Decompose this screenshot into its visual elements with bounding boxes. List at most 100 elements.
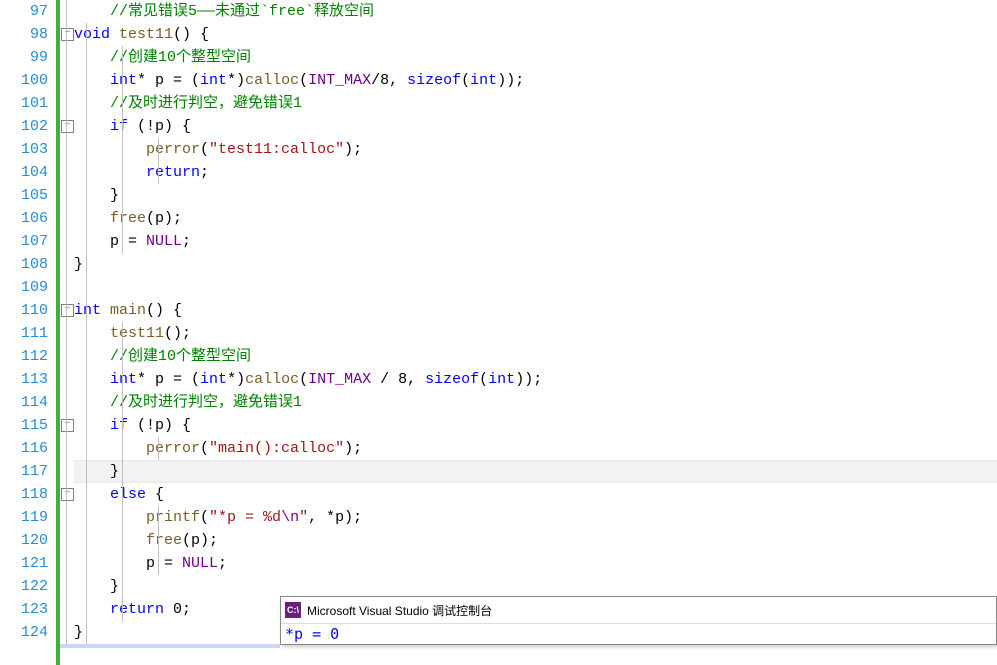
token: \n xyxy=(281,509,299,526)
indent-guide xyxy=(158,138,159,184)
code-editor[interactable]: 9798991001011021031041051061071081091101… xyxy=(0,0,997,665)
line-number[interactable]: 105 xyxy=(0,184,48,207)
code-line[interactable]: } xyxy=(74,184,997,207)
token: INT_MAX xyxy=(308,72,371,89)
token: calloc xyxy=(245,371,299,388)
line-number[interactable]: 103 xyxy=(0,138,48,161)
line-number[interactable]: 119 xyxy=(0,506,48,529)
fold-gutter[interactable]: − − − − − xyxy=(60,0,74,665)
console-output[interactable]: *p = 0 xyxy=(281,624,996,644)
line-number[interactable]: 122 xyxy=(0,575,48,598)
indent-guide xyxy=(122,322,123,621)
token: () { xyxy=(173,26,209,43)
code-line[interactable]: } xyxy=(74,575,997,598)
code-line[interactable]: p = NULL; xyxy=(74,230,997,253)
token: main xyxy=(110,302,146,319)
token: (p); xyxy=(182,532,218,549)
code-line[interactable]: printf("*p = %d\n", *p); xyxy=(74,506,997,529)
token: free xyxy=(146,532,182,549)
code-line[interactable]: else { xyxy=(74,483,997,506)
token: if xyxy=(110,118,128,135)
code-line[interactable]: int main() { xyxy=(74,299,997,322)
code-line[interactable]: if (!p) { xyxy=(74,115,997,138)
code-line[interactable]: //创建10个整型空间 xyxy=(74,345,997,368)
code-line[interactable]: test11(); xyxy=(74,322,997,345)
console-icon-text: C:\ xyxy=(287,605,299,615)
line-number[interactable]: 120 xyxy=(0,529,48,552)
debug-console-window[interactable]: C:\ Microsoft Visual Studio 调试控制台 *p = 0 xyxy=(280,596,997,645)
token: } xyxy=(74,578,119,595)
token: perror xyxy=(146,440,200,457)
token: ; xyxy=(218,555,227,572)
fold-toggle-icon[interactable]: − xyxy=(61,419,74,432)
token xyxy=(74,164,146,181)
line-number[interactable]: 111 xyxy=(0,322,48,345)
code-line[interactable] xyxy=(74,276,997,299)
code-line[interactable]: } xyxy=(74,253,997,276)
line-number[interactable]: 104 xyxy=(0,161,48,184)
fold-toggle-icon[interactable]: − xyxy=(61,488,74,501)
line-number[interactable]: 107 xyxy=(0,230,48,253)
line-number[interactable]: 97 xyxy=(0,0,48,23)
token xyxy=(74,371,110,388)
code-line[interactable]: void test11() { xyxy=(74,23,997,46)
code-line[interactable]: return; xyxy=(74,161,997,184)
console-titlebar[interactable]: C:\ Microsoft Visual Studio 调试控制台 xyxy=(281,597,996,624)
code-line[interactable]: int* p = (int*)calloc(INT_MAX/8, sizeof(… xyxy=(74,69,997,92)
line-number[interactable]: 109 xyxy=(0,276,48,299)
line-number[interactable]: 114 xyxy=(0,391,48,414)
token: "main():calloc" xyxy=(209,440,344,457)
token xyxy=(74,72,110,89)
code-line[interactable]: free(p); xyxy=(74,207,997,230)
token: )); xyxy=(497,72,524,89)
token: p = xyxy=(74,555,182,572)
line-number[interactable]: 123 xyxy=(0,598,48,621)
token: printf xyxy=(146,509,200,526)
code-line[interactable]: free(p); xyxy=(74,529,997,552)
token: if xyxy=(110,417,128,434)
code-line[interactable]: //常见错误5——未通过`free`释放空间 xyxy=(74,0,997,23)
fold-toggle-icon[interactable]: − xyxy=(61,120,74,133)
line-number[interactable]: 99 xyxy=(0,46,48,69)
line-number[interactable]: 115 xyxy=(0,414,48,437)
line-number[interactable]: 98 xyxy=(0,23,48,46)
token: ( xyxy=(200,509,209,526)
code-line[interactable]: int* p = (int*)calloc(INT_MAX / 8, sizeo… xyxy=(74,368,997,391)
line-number[interactable]: 118 xyxy=(0,483,48,506)
token: ( xyxy=(200,440,209,457)
token: int xyxy=(200,72,227,89)
line-number[interactable]: 121 xyxy=(0,552,48,575)
fold-guideline xyxy=(66,0,67,644)
code-line[interactable]: //及时进行判空，避免错误1 xyxy=(74,92,997,115)
token: } xyxy=(74,256,83,273)
line-number-gutter[interactable]: 9798991001011021031041051061071081091101… xyxy=(0,0,56,665)
code-line[interactable]: p = NULL; xyxy=(74,552,997,575)
code-area[interactable]: //常见错误5——未通过`free`释放空间 void test11() { //… xyxy=(74,0,997,665)
code-line[interactable]: } xyxy=(74,460,997,483)
code-line[interactable]: perror("test11:calloc"); xyxy=(74,138,997,161)
token: int xyxy=(200,371,227,388)
line-number[interactable]: 110 xyxy=(0,299,48,322)
line-number[interactable]: 113 xyxy=(0,368,48,391)
token: , *p); xyxy=(308,509,362,526)
code-line[interactable]: //创建10个整型空间 xyxy=(74,46,997,69)
console-output-line: *p = 0 xyxy=(285,625,339,643)
line-number[interactable]: 116 xyxy=(0,437,48,460)
line-number[interactable]: 100 xyxy=(0,69,48,92)
line-number[interactable]: 112 xyxy=(0,345,48,368)
fold-toggle-icon[interactable]: − xyxy=(61,304,74,317)
line-number[interactable]: 101 xyxy=(0,92,48,115)
code-line[interactable]: if (!p) { xyxy=(74,414,997,437)
token: { xyxy=(146,486,164,503)
token: //常见错误5——未通过`free`释放空间 xyxy=(110,3,374,20)
line-number[interactable]: 106 xyxy=(0,207,48,230)
code-line[interactable]: perror("main():calloc"); xyxy=(74,437,997,460)
line-number[interactable]: 124 xyxy=(0,621,48,644)
line-number[interactable]: 117 xyxy=(0,460,48,483)
line-number[interactable]: 108 xyxy=(0,253,48,276)
fold-toggle-icon[interactable]: − xyxy=(61,28,74,41)
code-line[interactable]: //及时进行判空，避免错误1 xyxy=(74,391,997,414)
token: int xyxy=(110,371,137,388)
line-number[interactable]: 102 xyxy=(0,115,48,138)
token: NULL xyxy=(182,555,218,572)
